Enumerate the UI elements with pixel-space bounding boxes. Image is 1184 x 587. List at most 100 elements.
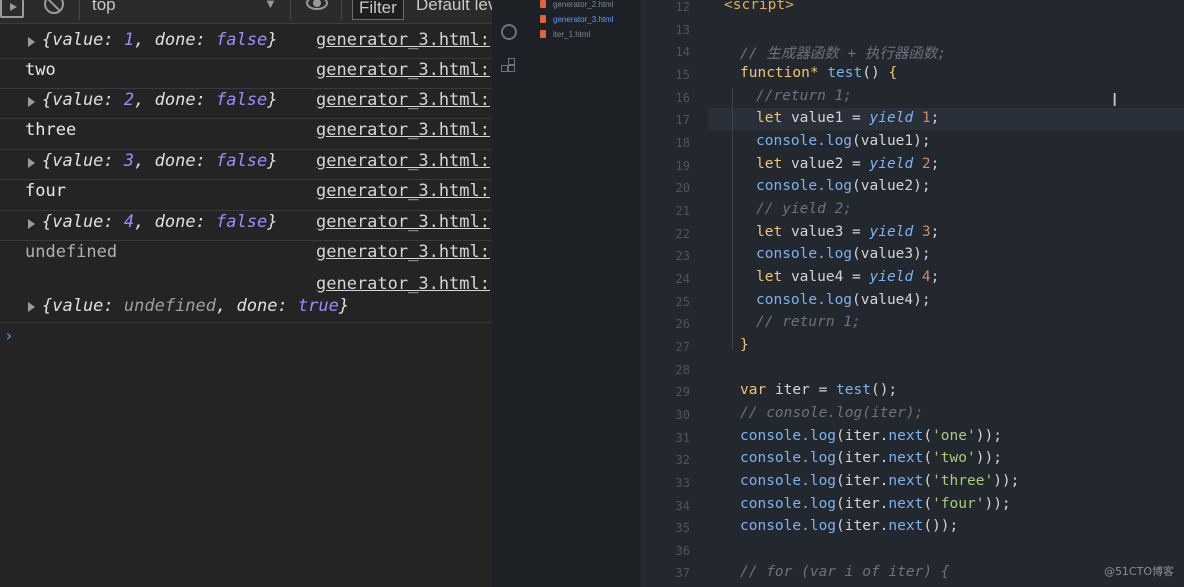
source-link[interactable]: generator_3.html: [316,181,490,201]
indent-guide [732,88,733,350]
source-link[interactable]: generator_3.html: [316,90,490,110]
line-number: 23 [675,249,690,263]
expand-triangle-icon[interactable] [28,158,35,168]
sidebar-toggle-icon[interactable] [0,0,24,18]
code-line: // return 1; [756,314,861,330]
console-object: {value: 2, done: false} [42,90,278,110]
code-line: let value1 = yield 1; [756,110,940,126]
line-number: 24 [675,272,690,286]
source-link[interactable]: generator_3.html: [316,274,490,294]
line-number: 15 [675,68,690,82]
code-line: <script> [724,0,794,13]
console-prompt[interactable]: › [4,326,14,345]
activity-bar [492,0,526,587]
log-levels-dropdown[interactable]: Default lev [416,0,492,20]
code-line: // console.log(iter); [740,405,924,421]
code-line: console.log(value1); [756,133,931,149]
line-number: 30 [675,408,690,422]
line-number: 18 [675,136,690,150]
console-row: three generator_3.html: [0,120,492,150]
chevron-down-icon[interactable]: ▼ [264,0,277,19]
code-line: } [740,337,749,353]
console-row[interactable]: {value: 3, done: false} generator_3.html… [0,151,492,180]
line-number: 31 [675,431,690,445]
console-row[interactable]: generator_3.html: {value: undefined, don… [0,273,492,323]
file-item-active[interactable]: generator_3.html [540,15,613,27]
line-number: 27 [675,340,690,354]
eye-icon[interactable] [306,0,328,10]
line-number: 12 [675,0,690,14]
watermark: @51CTO博客 [1103,565,1174,578]
console-row: two generator_3.html: [0,60,492,89]
line-number: 26 [675,317,690,331]
line-number: 25 [675,295,690,309]
html-file-icon [540,0,546,8]
console-row[interactable]: {value: 4, done: false} generator_3.html… [0,212,492,241]
context-selector[interactable]: top [92,0,116,20]
line-number: 21 [675,204,690,218]
line-number: 19 [675,159,690,173]
code-line: let value4 = yield 4; [756,269,940,285]
source-link[interactable]: generator_3.html: [316,30,490,50]
line-number: 16 [675,91,690,105]
source-link[interactable]: generator_3.html: [316,242,490,262]
code-line: // 生成器函数 + 执行器函数; [740,46,947,62]
code-editor: generator_2.html generator_3.html iter_1… [492,0,1184,587]
console-row: four generator_3.html: [0,181,492,211]
expand-triangle-icon[interactable] [28,302,35,312]
debug-icon[interactable] [501,24,517,40]
code-line: console.log(iter.next('four')); [740,496,1011,512]
console-object: {value: 4, done: false} [42,212,278,232]
extensions-icon[interactable] [501,58,517,74]
line-number: 32 [675,453,690,467]
expand-triangle-icon[interactable] [28,219,35,229]
file-explorer: generator_2.html generator_3.html iter_1… [526,0,642,587]
code-line: console.log(value2); [756,178,931,194]
console-message: two [25,60,56,80]
html-file-icon [540,30,546,38]
console-object: {value: 3, done: false} [42,151,278,171]
console-object: {value: undefined, done: true} [42,296,350,316]
filter-input[interactable]: Filter [352,0,404,20]
source-link[interactable]: generator_3.html: [316,120,490,140]
line-number: 20 [675,181,690,195]
console-message: four [25,181,66,201]
code-line: let value2 = yield 2; [756,156,940,172]
code-line: function* test() { [740,65,898,81]
console-row[interactable]: {value: 2, done: false} generator_3.html… [0,90,492,119]
toolbar-divider [341,0,342,20]
line-number: 36 [675,544,690,558]
line-number: 13 [675,23,690,37]
console-object: {value: 1, done: false} [42,30,278,50]
console-row: undefined generator_3.html: [0,242,492,272]
line-number: 33 [675,476,690,490]
source-link[interactable]: generator_3.html: [316,151,490,171]
clear-console-icon[interactable] [44,0,64,14]
file-item[interactable]: iter_1.html [540,30,590,42]
line-number: 34 [675,499,690,513]
expand-triangle-icon[interactable] [28,97,35,107]
file-item[interactable]: generator_2.html [540,0,613,12]
line-number: 35 [675,521,690,535]
source-link[interactable]: generator_3.html: [316,60,490,80]
toolbar-divider [79,0,80,20]
expand-triangle-icon[interactable] [28,37,35,47]
line-number: 14 [675,45,690,59]
console-message: three [25,120,77,140]
code-line: console.log(value3); [756,246,931,262]
code-line: let value3 = yield 3; [756,224,940,240]
code-line: // yield 2; [756,201,853,217]
toolbar-divider [290,0,291,20]
line-number: 17 [675,113,690,127]
source-link[interactable]: generator_3.html: [316,212,490,232]
code-line: console.log(iter.next('three')); [740,473,1020,489]
code-line: console.log(iter.next('two')); [740,450,1002,466]
code-line: //return 1; [756,88,853,104]
line-number: 37 [675,566,690,580]
code-line: console.log(iter.next('one')); [740,428,1002,444]
devtools-console: top ▼ Filter Default lev {value: 1, done… [0,0,492,587]
code-area[interactable]: 12 13 14 15 16 17 18 19 20 21 22 23 24 2… [642,0,1184,587]
code-line: console.log(iter.next()); [740,518,959,534]
console-toolbar: top ▼ Filter Default lev [0,0,492,24]
console-row[interactable]: {value: 1, done: false} generator_3.html… [0,30,492,59]
